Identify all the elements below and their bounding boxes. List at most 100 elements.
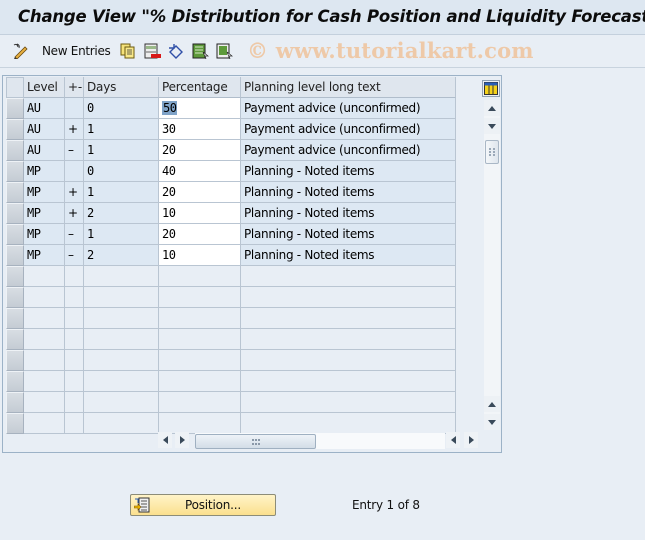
level-cell: MP [24, 245, 65, 266]
copy-icon[interactable] [120, 42, 136, 60]
selected-text: 50 [162, 101, 178, 115]
percentage-input[interactable]: 10 [159, 203, 241, 224]
planning-level-text-cell: Payment advice (unconfirmed) [241, 119, 456, 140]
row-selector-button[interactable] [6, 350, 24, 371]
level-cell: AU [24, 119, 65, 140]
percentage-input[interactable]: 10 [159, 245, 241, 266]
days-cell [84, 350, 159, 371]
planning-level-text-cell [241, 350, 456, 371]
column-header-days[interactable]: Days [84, 77, 159, 98]
row-selector-button[interactable] [6, 308, 24, 329]
sign-cell [65, 308, 84, 329]
scroll-left-button[interactable] [158, 432, 172, 448]
column-header-sign[interactable]: +- [65, 77, 84, 98]
horizontal-scroll-thumb[interactable] [195, 434, 316, 449]
planning-level-text-cell [241, 392, 456, 413]
level-cell: AU [24, 98, 65, 119]
column-header-level[interactable]: Level [24, 77, 65, 98]
select-all-icon[interactable] [192, 42, 209, 60]
percentage-input[interactable] [159, 413, 241, 434]
days-cell [84, 392, 159, 413]
position-button[interactable]: Position... [130, 494, 276, 516]
scroll-down-button[interactable] [484, 118, 500, 134]
vertical-scrollbar[interactable] [484, 100, 500, 430]
scroll-right-button[interactable] [175, 432, 189, 448]
planning-level-text-cell [241, 308, 456, 329]
days-cell: 0 [84, 161, 159, 182]
row-selector-button[interactable] [6, 287, 24, 308]
level-cell: MP [24, 203, 65, 224]
page-up-button[interactable] [484, 396, 500, 412]
level-cell [24, 413, 65, 434]
percentage-input[interactable] [159, 371, 241, 392]
row-selector-button[interactable] [6, 203, 24, 224]
sign-cell [65, 413, 84, 434]
percentage-input[interactable] [159, 350, 241, 371]
delete-icon[interactable] [144, 42, 161, 60]
scroll-last-column-button[interactable] [464, 432, 478, 448]
sign-cell: + [65, 119, 84, 140]
planning-level-text-cell [241, 266, 456, 287]
deselect-all-icon[interactable] [216, 42, 233, 60]
column-configuration-icon[interactable] [482, 80, 500, 97]
level-cell: MP [24, 224, 65, 245]
title-bar: Change View "% Distribution for Cash Pos… [0, 0, 645, 35]
percentage-input[interactable]: 20 [159, 140, 241, 161]
planning-level-text-cell [241, 413, 456, 434]
percentage-input[interactable] [159, 329, 241, 350]
row-selector-button[interactable] [6, 266, 24, 287]
percentage-input[interactable]: 20 [159, 182, 241, 203]
scroll-up-button[interactable] [484, 100, 500, 116]
planning-level-text-cell: Planning - Noted items [241, 245, 456, 266]
row-selector-button[interactable] [6, 245, 24, 266]
sign-cell [65, 287, 84, 308]
row-selector-button[interactable] [6, 161, 24, 182]
sign-cell [65, 329, 84, 350]
column-header-planning-level-text[interactable]: Planning level long text [241, 77, 456, 98]
sign-cell [65, 371, 84, 392]
sign-cell [65, 161, 84, 182]
percentage-input[interactable]: 30 [159, 119, 241, 140]
percentage-input[interactable] [159, 392, 241, 413]
row-selector-button[interactable] [6, 98, 24, 119]
days-cell: 1 [84, 119, 159, 140]
row-selector-button[interactable] [6, 224, 24, 245]
level-cell [24, 350, 65, 371]
sign-cell: – [65, 140, 84, 161]
sign-cell: – [65, 245, 84, 266]
vertical-scroll-thumb[interactable] [485, 140, 499, 164]
row-selector-button[interactable] [6, 140, 24, 161]
page-down-button[interactable] [484, 414, 500, 430]
percentage-input[interactable] [159, 266, 241, 287]
percentage-input[interactable]: 40 [159, 161, 241, 182]
table-control: Level +- Days Percentage Planning level … [2, 75, 502, 453]
scroll-first-column-button[interactable] [446, 432, 460, 448]
undo-icon[interactable] [168, 42, 185, 60]
select-all-rows-button[interactable] [6, 77, 24, 98]
days-cell: 1 [84, 140, 159, 161]
percentage-input[interactable]: 20 [159, 224, 241, 245]
sign-cell: + [65, 203, 84, 224]
display-change-icon[interactable] [12, 42, 30, 60]
level-cell: AU [24, 140, 65, 161]
sign-cell [65, 98, 84, 119]
level-cell [24, 287, 65, 308]
percentage-input[interactable] [159, 308, 241, 329]
days-cell: 0 [84, 98, 159, 119]
row-selector-button[interactable] [6, 329, 24, 350]
row-selector-button[interactable] [6, 119, 24, 140]
row-selector-button[interactable] [6, 413, 24, 434]
row-selector-button[interactable] [6, 182, 24, 203]
percentage-input[interactable] [159, 287, 241, 308]
column-header-percentage[interactable]: Percentage [159, 77, 241, 98]
new-entries-button[interactable]: New Entries [42, 44, 111, 58]
application-toolbar: New Entries © www.tutorialkart.com [0, 36, 645, 68]
days-cell [84, 266, 159, 287]
sign-cell: – [65, 224, 84, 245]
row-selector-button[interactable] [6, 392, 24, 413]
days-cell [84, 287, 159, 308]
percentage-input[interactable]: 50 [159, 98, 241, 119]
planning-level-text-cell: Planning - Noted items [241, 224, 456, 245]
row-selector-button[interactable] [6, 371, 24, 392]
planning-level-text-cell: Payment advice (unconfirmed) [241, 98, 456, 119]
